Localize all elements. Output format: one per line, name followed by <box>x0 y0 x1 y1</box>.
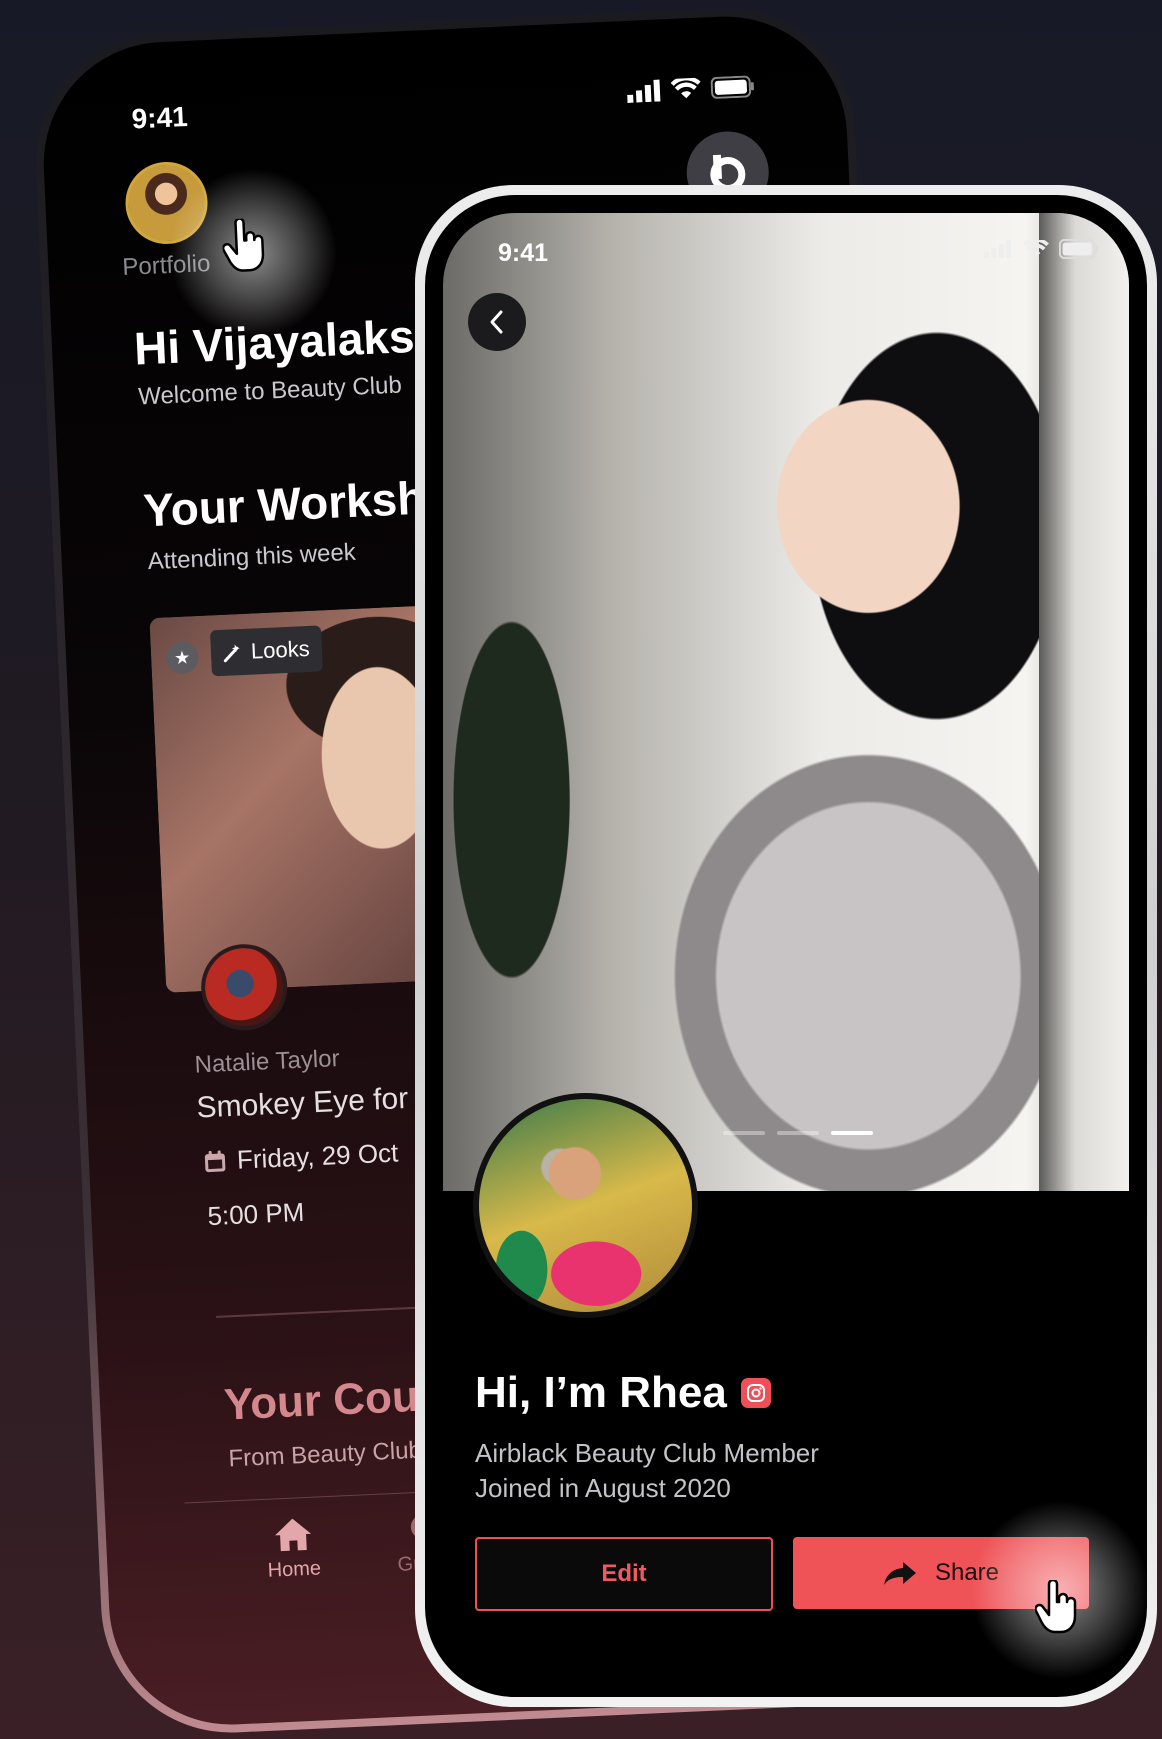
phone-bezel: 9:41 Hi, I’m Rhea Airblack Beauty Club M… <box>425 195 1147 1697</box>
profile-name-label: Hi, I’m Rhea <box>475 1368 727 1417</box>
pointer-hand-icon <box>1035 1580 1077 1634</box>
status-time: 9:41 <box>130 100 189 135</box>
signal-icon <box>984 240 1012 258</box>
carousel-dot[interactable] <box>723 1131 765 1135</box>
courses-subtitle: From Beauty Club <box>227 1436 423 1473</box>
profile-avatar[interactable] <box>473 1093 698 1318</box>
pointer-hand-icon <box>221 217 265 272</box>
profile-phone-mockup: 9:41 Hi, I’m Rhea Airblack Beauty Club M… <box>415 185 1157 1707</box>
instagram-icon[interactable] <box>740 1378 771 1408</box>
battery-icon <box>710 75 754 99</box>
workshop-date: Friday, 29 Oct <box>202 1137 399 1177</box>
workshop-date-label: Friday, 29 Oct <box>236 1137 399 1175</box>
profile-screen: 9:41 Hi, I’m Rhea Airblack Beauty Club M… <box>443 213 1129 1679</box>
home-icon <box>274 1518 311 1552</box>
host-name: Natalie Taylor <box>194 1045 341 1079</box>
calendar-icon <box>204 1150 226 1172</box>
greeting-title: Hi Vijayalaksh <box>132 308 444 375</box>
wifi-icon <box>1023 239 1049 257</box>
looks-tag-label: Looks <box>250 635 311 664</box>
edit-button[interactable]: Edit <box>475 1537 773 1611</box>
status-icons <box>983 239 1099 259</box>
workshops-title: Your Worksho <box>142 470 455 537</box>
edit-button-label: Edit <box>601 1560 647 1587</box>
looks-tag[interactable]: Looks <box>209 625 323 677</box>
signal-icon <box>627 79 661 103</box>
carousel-indicator <box>723 1131 873 1135</box>
carousel-dot-active[interactable] <box>831 1131 873 1135</box>
workshop-time: 5:00 PM <box>206 1196 305 1232</box>
profile-cover-photo[interactable] <box>443 213 1129 1191</box>
chevron-left-icon <box>490 310 503 334</box>
status-time: 9:41 <box>498 239 549 267</box>
joined-date: Joined in August 2020 <box>475 1473 731 1503</box>
battery-icon <box>1059 239 1099 259</box>
nav-home-label: Home <box>267 1557 322 1582</box>
member-status: Airblack Beauty Club Member <box>475 1438 819 1468</box>
carousel-dot[interactable] <box>777 1131 819 1135</box>
cover-photo-wall <box>1039 213 1129 1191</box>
welcome-text: Welcome to Beauty Club <box>137 371 403 411</box>
share-arrow-icon <box>883 1562 916 1585</box>
profile-name: Hi, I’m Rhea <box>475 1368 771 1418</box>
workshops-subtitle: Attending this week <box>147 538 357 576</box>
wifi-icon <box>670 77 701 99</box>
nav-item-home[interactable]: Home <box>265 1515 321 1582</box>
wand-icon <box>223 644 240 663</box>
back-button[interactable] <box>468 293 526 351</box>
status-icons <box>626 75 755 103</box>
